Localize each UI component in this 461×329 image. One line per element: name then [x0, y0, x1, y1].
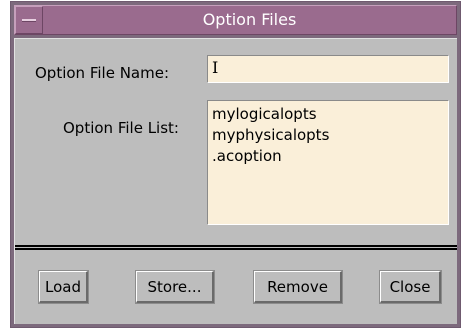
option-file-list-label: Option File List:: [63, 119, 179, 137]
close-button[interactable]: Close: [380, 271, 441, 303]
menu-bar-glyph: [22, 19, 36, 22]
option-file-list[interactable]: mylogicalopts myphysicalopts .acoption: [207, 100, 449, 225]
option-file-name-label: Option File Name:: [35, 64, 170, 82]
list-item[interactable]: myphysicalopts: [212, 125, 444, 146]
list-item[interactable]: .acoption: [212, 146, 444, 167]
text-cursor-icon: I: [212, 58, 219, 77]
load-button[interactable]: Load: [39, 271, 88, 303]
option-file-name-input[interactable]: [207, 55, 449, 83]
window-menu-icon[interactable]: [15, 6, 43, 34]
title-bar[interactable]: Option Files: [14, 5, 457, 35]
list-item[interactable]: mylogicalopts: [212, 104, 444, 125]
separator: [15, 245, 457, 250]
option-files-window: Option Files Option File Name: I Option …: [10, 1, 461, 328]
remove-button[interactable]: Remove: [254, 271, 342, 303]
store-button[interactable]: Store...: [136, 271, 214, 303]
window-title: Option Files: [202, 10, 297, 29]
dialog-body: Option File Name: I Option File List: my…: [14, 38, 457, 324]
